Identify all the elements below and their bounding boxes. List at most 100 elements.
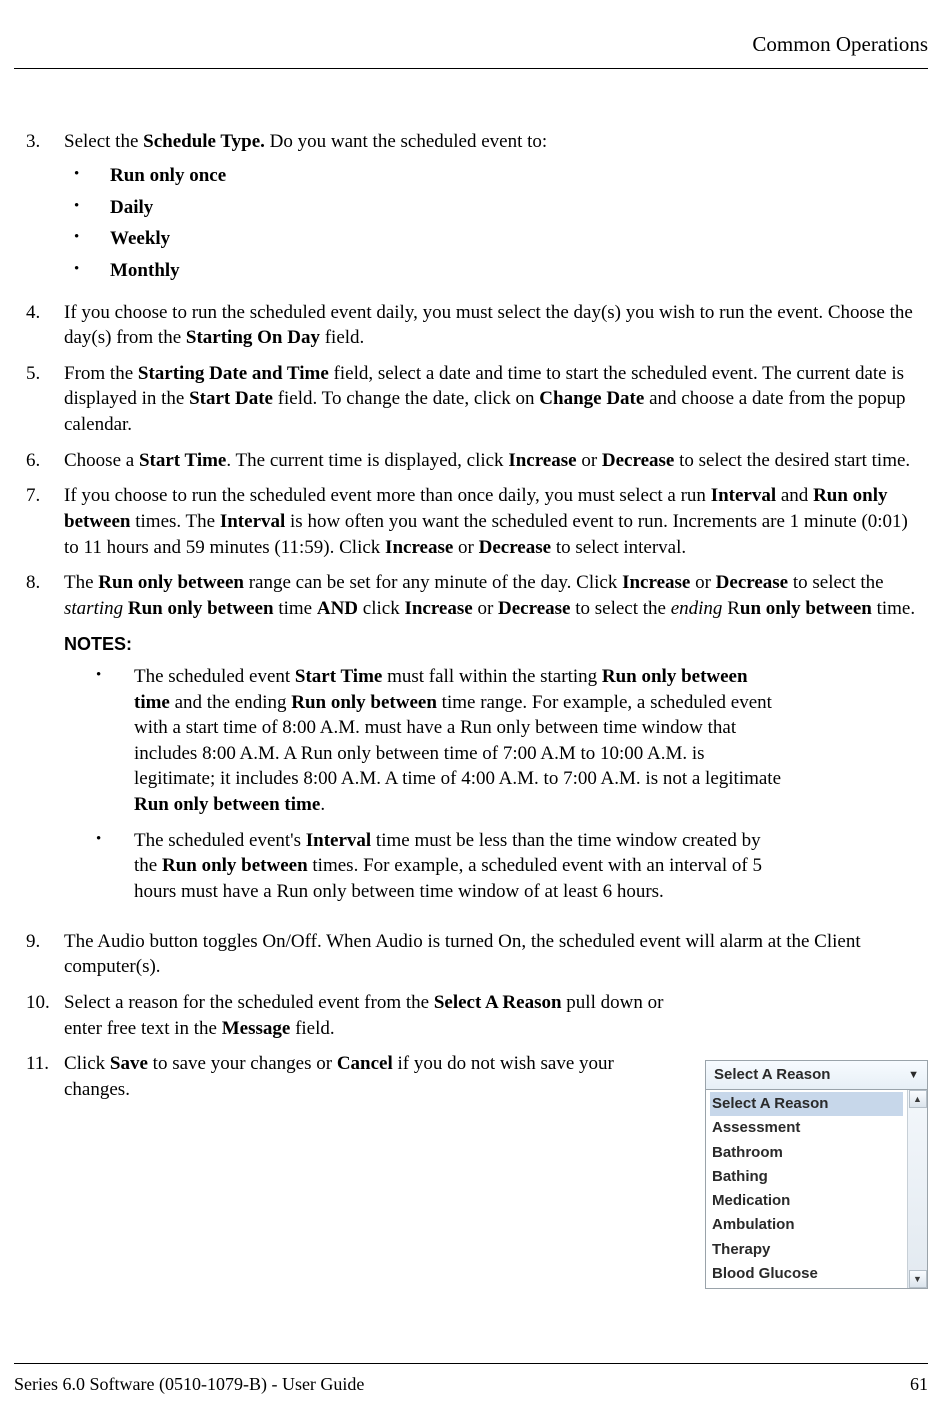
dropdown-option[interactable]: Medication xyxy=(710,1189,903,1213)
footer-left-text: Series 6.0 Software (0510-1079-B) - User… xyxy=(14,1372,364,1396)
bullet-item: •Monthly xyxy=(64,258,916,284)
note-item: • The scheduled event's Interval time mu… xyxy=(64,828,916,905)
text: field. xyxy=(320,327,364,348)
select-reason-dropdown[interactable]: Select A Reason ▼ Select A Reason Assess… xyxy=(705,1060,928,1289)
page-header-title: Common Operations xyxy=(14,30,928,58)
bullet-icon: • xyxy=(74,226,110,248)
text-bold: Starting Date and Time xyxy=(138,363,329,384)
step-number: 6. xyxy=(26,448,64,474)
step-8: 8. The Run only between range can be set… xyxy=(26,570,916,914)
header-rule xyxy=(14,68,928,69)
text: Do you want the scheduled event to: xyxy=(265,131,547,152)
text-bold: Interval xyxy=(220,511,285,532)
step-number: 5. xyxy=(26,361,64,438)
scroll-down-icon[interactable]: ▼ xyxy=(909,1270,927,1288)
text-bold: Increase xyxy=(508,450,576,471)
text-bold: Start Date xyxy=(189,388,273,409)
text-bold: Run only between xyxy=(128,598,274,619)
dropdown-option[interactable]: Therapy xyxy=(710,1238,903,1262)
dropdown-option[interactable]: Bathing xyxy=(710,1165,903,1189)
step-number: 4. xyxy=(26,300,64,351)
text: The xyxy=(64,572,98,593)
text: The scheduled event xyxy=(134,666,295,687)
text: Click xyxy=(64,1053,110,1074)
text-bold: Increase xyxy=(622,572,690,593)
text: The Audio button toggles On/Off. When Au… xyxy=(64,929,916,980)
bullet-item: •Weekly xyxy=(64,226,916,252)
text-italic: starting xyxy=(64,598,123,619)
dropdown-option[interactable]: Blood Glucose xyxy=(710,1262,903,1286)
text: click xyxy=(358,598,404,619)
text-bold: Decrease xyxy=(602,450,674,471)
bullet-icon: • xyxy=(74,258,110,280)
text: to select the desired start time. xyxy=(674,450,910,471)
text: and xyxy=(776,485,813,506)
note-item: • The scheduled event Start Time must fa… xyxy=(64,664,916,818)
text-bold: Message xyxy=(222,1018,291,1039)
text: Select a reason for the scheduled event … xyxy=(64,992,434,1013)
text: must fall within the starting xyxy=(382,666,602,687)
page-footer: Series 6.0 Software (0510-1079-B) - User… xyxy=(14,1363,928,1396)
text-bold: Interval xyxy=(711,485,776,506)
bullet-item: •Run only once xyxy=(64,163,916,189)
bullet-label: Weekly xyxy=(110,226,170,252)
text-bold: Run only between xyxy=(98,572,244,593)
dropdown-option-list: Select A Reason Assessment Bathroom Bath… xyxy=(706,1090,907,1288)
page-number: 61 xyxy=(910,1372,928,1396)
text: range can be set for any minute of the d… xyxy=(244,572,622,593)
text-bold: Change Date xyxy=(539,388,644,409)
text-bold: Increase xyxy=(404,598,472,619)
text-bold: Decrease xyxy=(479,537,551,558)
text: times. The xyxy=(130,511,219,532)
step-number: 10. xyxy=(26,990,64,1041)
step-number: 11. xyxy=(26,1051,64,1102)
dropdown-option[interactable]: Bathroom xyxy=(710,1141,903,1165)
bullet-label: Daily xyxy=(110,195,153,221)
text-italic: ending xyxy=(671,598,723,619)
dropdown-option[interactable]: Select A Reason xyxy=(710,1092,903,1116)
text: R xyxy=(722,598,739,619)
dropdown-selected-label: Select A Reason xyxy=(714,1065,830,1085)
content-area: 3. Select the Schedule Type. Do you want… xyxy=(14,129,928,1102)
bullet-icon: • xyxy=(96,828,134,850)
text: time. xyxy=(872,598,915,619)
step-5: 5. From the Starting Date and Time field… xyxy=(26,361,916,438)
text-bold: AND xyxy=(317,598,358,619)
step-9: 9. The Audio button toggles On/Off. When… xyxy=(26,929,916,980)
text: time xyxy=(274,598,317,619)
dropdown-scrollbar[interactable]: ▲ ▼ xyxy=(907,1090,927,1288)
text-bold: Start Time xyxy=(295,666,382,687)
text: The scheduled event's xyxy=(134,830,306,851)
text-bold: Cancel xyxy=(337,1053,393,1074)
step-10: 10. Select a reason for the scheduled ev… xyxy=(26,990,916,1041)
text: or xyxy=(690,572,715,593)
text: field. xyxy=(290,1018,334,1039)
text: to save your changes or xyxy=(148,1053,337,1074)
text: or xyxy=(577,450,602,471)
step-7: 7. If you choose to run the scheduled ev… xyxy=(26,483,916,560)
bullet-icon: • xyxy=(74,195,110,217)
text: to select interval. xyxy=(551,537,686,558)
scroll-up-icon[interactable]: ▲ xyxy=(909,1090,927,1108)
step-number: 9. xyxy=(26,929,64,980)
text: or xyxy=(453,537,478,558)
bullet-label: Monthly xyxy=(110,258,180,284)
text: or xyxy=(473,598,498,619)
dropdown-option[interactable]: Assessment xyxy=(710,1116,903,1140)
text-bold: un only between xyxy=(740,598,872,619)
text: field. To change the date, click on xyxy=(273,388,539,409)
text-bold: Interval xyxy=(306,830,371,851)
text-bold: Decrease xyxy=(498,598,570,619)
notes-heading: NOTES: xyxy=(64,632,916,656)
dropdown-option[interactable]: Ambulation xyxy=(710,1213,903,1237)
text-bold: Run only between time xyxy=(134,794,320,815)
dropdown-open-panel: Select A Reason Assessment Bathroom Bath… xyxy=(705,1090,928,1289)
dropdown-closed-row[interactable]: Select A Reason ▼ xyxy=(705,1060,928,1090)
text: and the ending xyxy=(170,692,291,713)
text-bold: Decrease xyxy=(716,572,788,593)
text-bold: Run only between xyxy=(162,855,308,876)
bullet-item: •Daily xyxy=(64,195,916,221)
text: Choose a xyxy=(64,450,139,471)
bullet-label: Run only once xyxy=(110,163,226,189)
footer-rule xyxy=(14,1363,928,1364)
